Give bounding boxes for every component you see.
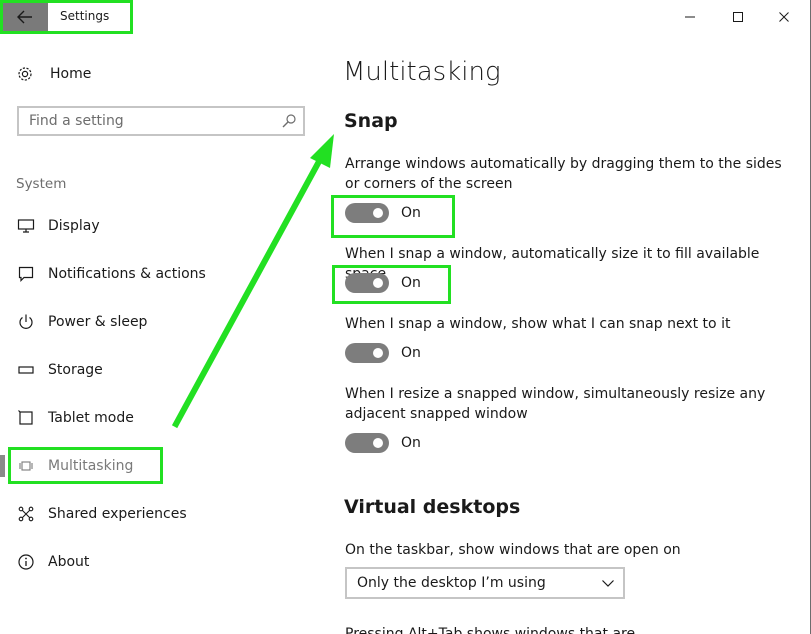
- toggle-knob: [373, 438, 383, 448]
- alt-tab-label: Pressing Alt+Tab shows windows that are: [345, 626, 636, 634]
- settings-window: Settings Home System: [0, 0, 811, 634]
- storage-icon: [16, 360, 36, 380]
- snap-show-next-toggle-row[interactable]: On: [345, 342, 421, 364]
- toggle-highlight-box-2: [332, 265, 451, 304]
- sidebar-item-notifications[interactable]: Notifications & actions: [16, 262, 206, 286]
- sidebar-item-storage[interactable]: Storage: [16, 358, 103, 382]
- search-icon[interactable]: [281, 113, 297, 133]
- sidebar-item-label: Display: [48, 218, 100, 234]
- close-icon: [779, 12, 789, 22]
- page-title: Multitasking: [343, 57, 501, 87]
- sidebar-group-system: System: [16, 176, 67, 192]
- dropdown-selected-value: Only the desktop I’m using: [357, 575, 546, 591]
- power-icon: [16, 312, 36, 332]
- multitasking-highlight-box: [8, 447, 163, 484]
- minimize-button[interactable]: [667, 4, 713, 30]
- snap-resize-toggle[interactable]: [345, 433, 389, 453]
- sidebar-item-about[interactable]: About: [16, 550, 89, 574]
- section-title-snap: Snap: [344, 110, 398, 132]
- display-icon: [16, 216, 36, 236]
- sidebar-home[interactable]: Home: [16, 62, 91, 86]
- maximize-button[interactable]: [715, 4, 761, 30]
- snap-arrange-desc: Arrange windows automatically by draggin…: [345, 156, 782, 192]
- sidebar-item-label: About: [48, 554, 90, 570]
- sidebar-item-display[interactable]: Display: [16, 214, 100, 238]
- close-button[interactable]: [761, 4, 807, 30]
- shared-experiences-icon: [16, 504, 36, 524]
- notifications-icon: [16, 264, 36, 284]
- chevron-down-icon: [601, 575, 615, 594]
- minimize-icon: [685, 16, 695, 18]
- sidebar-item-label: Shared experiences: [48, 506, 187, 522]
- sidebar-item-label: Power & sleep: [48, 314, 148, 330]
- sidebar-item-label: Notifications & actions: [48, 266, 206, 282]
- sidebar-item-label: Tablet mode: [48, 410, 134, 426]
- search-box[interactable]: [17, 106, 305, 136]
- toggle-knob: [373, 348, 383, 358]
- toggle-highlight-box-1: [331, 195, 455, 238]
- sidebar-home-label: Home: [50, 66, 92, 82]
- tablet-icon: [16, 408, 36, 428]
- sidebar-item-shared-experiences[interactable]: Shared experiences: [16, 502, 187, 526]
- section-title-virtual-desktops: Virtual desktops: [344, 496, 521, 518]
- sidebar-item-label: Storage: [48, 362, 103, 378]
- search-input[interactable]: [29, 112, 269, 130]
- taskbar-windows-label: On the taskbar, show windows that are op…: [345, 542, 681, 558]
- sidebar-item-power-sleep[interactable]: Power & sleep: [16, 310, 147, 334]
- gear-icon: [18, 67, 32, 81]
- snap-show-next-toggle[interactable]: [345, 343, 389, 363]
- active-indicator: [0, 455, 5, 477]
- snap-resize-desc: When I resize a snapped window, simultan…: [345, 386, 766, 422]
- snap-show-next-desc: When I snap a window, show what I can sn…: [345, 316, 731, 332]
- snap-resize-toggle-row[interactable]: On: [345, 432, 421, 454]
- sidebar-item-tablet-mode[interactable]: Tablet mode: [16, 406, 134, 430]
- title-highlight-box: [0, 0, 133, 34]
- info-icon: [16, 552, 36, 572]
- taskbar-windows-dropdown[interactable]: Only the desktop I’m using: [345, 567, 625, 599]
- maximize-icon: [733, 12, 743, 22]
- toggle-state-label: On: [401, 435, 421, 451]
- title-bar: Settings: [0, 0, 811, 34]
- toggle-state-label: On: [401, 345, 421, 361]
